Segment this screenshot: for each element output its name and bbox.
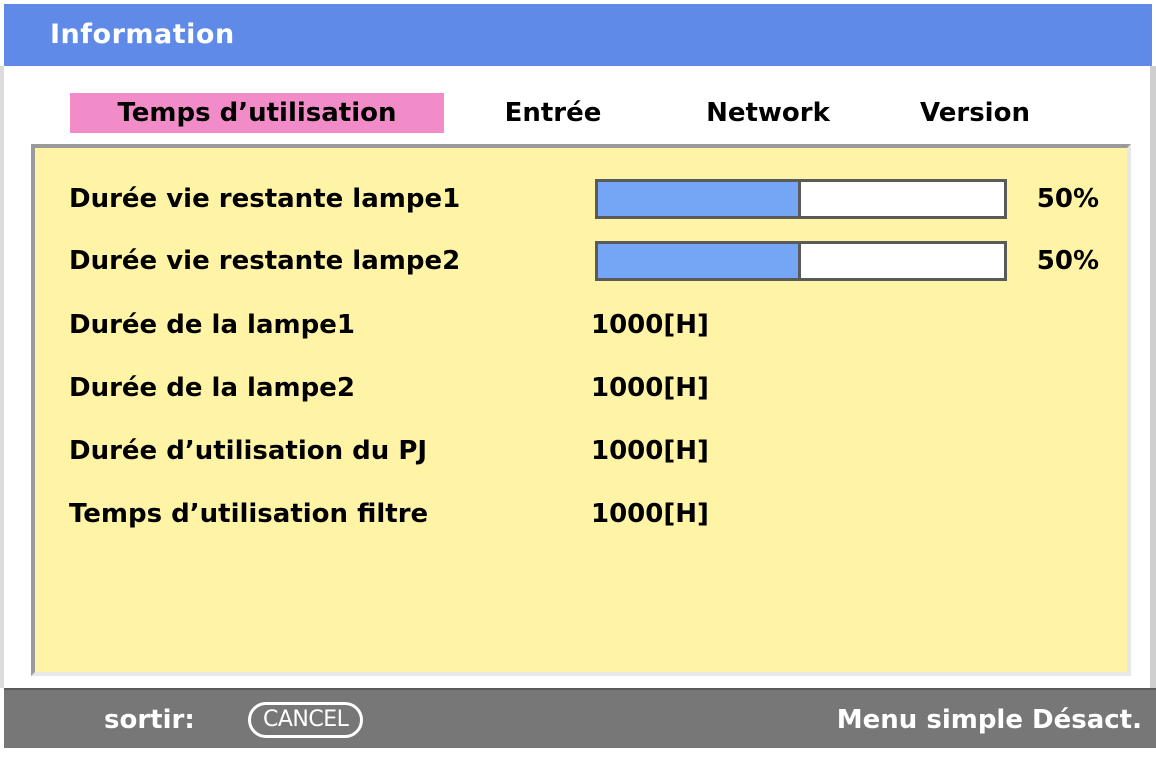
- right-border: [1150, 66, 1156, 688]
- tab-version[interactable]: Version: [900, 93, 1050, 133]
- row-label: Durée vie restante lampe2: [69, 246, 461, 276]
- lamp1-remaining-row: Durée vie restante lampe1 50%: [35, 176, 1127, 222]
- footer-bar: sortir: CANCEL Menu simple Désact.: [4, 688, 1156, 748]
- info-panel: Durée vie restante lampe1 50% Durée vie …: [31, 144, 1131, 676]
- projector-hours-value: 1000[H]: [591, 436, 709, 466]
- tab-bar: Temps d’utilisation Entrée Network Versi…: [0, 66, 1156, 144]
- bottom-border: [0, 748, 1156, 762]
- information-window: Information Temps d’utilisation Entrée N…: [0, 0, 1156, 762]
- lamp1-remaining-bar-fill: [598, 182, 801, 216]
- lamp1-remaining-percent: 50%: [1036, 184, 1099, 214]
- row-label: Durée de la lampe1: [69, 310, 355, 340]
- lamp2-hours-value: 1000[H]: [591, 373, 709, 403]
- row-label: Temps d’utilisation filtre: [69, 499, 429, 529]
- row-label: Durée d’utilisation du PJ: [69, 436, 428, 466]
- lamp1-hours-row: Durée de la lampe1 1000[H]: [35, 302, 1127, 348]
- lamp2-remaining-bar: [595, 241, 1007, 281]
- filter-hours-value: 1000[H]: [591, 499, 709, 529]
- row-label: Durée de la lampe2: [69, 373, 355, 403]
- tab-temps-utilisation[interactable]: Temps d’utilisation: [70, 93, 444, 133]
- tab-entree[interactable]: Entrée: [488, 93, 618, 133]
- exit-label: sortir:: [104, 705, 195, 735]
- simple-menu-status: Menu simple Désact.: [836, 705, 1142, 735]
- title-bar: Information: [4, 4, 1152, 66]
- lamp2-remaining-row: Durée vie restante lampe2 50%: [35, 238, 1127, 284]
- tab-network[interactable]: Network: [686, 93, 850, 133]
- lamp2-hours-row: Durée de la lampe2 1000[H]: [35, 365, 1127, 411]
- lamp1-hours-value: 1000[H]: [591, 310, 709, 340]
- window-title: Information: [50, 19, 235, 50]
- lamp2-remaining-bar-fill: [598, 244, 801, 278]
- projector-hours-row: Durée d’utilisation du PJ 1000[H]: [35, 428, 1127, 474]
- lamp1-remaining-bar: [595, 179, 1007, 219]
- lamp2-remaining-percent: 50%: [1036, 246, 1099, 276]
- row-label: Durée vie restante lampe1: [69, 184, 461, 214]
- cancel-key-icon[interactable]: CANCEL: [248, 702, 364, 738]
- left-border: [0, 66, 4, 688]
- filter-hours-row: Temps d’utilisation filtre 1000[H]: [35, 491, 1127, 537]
